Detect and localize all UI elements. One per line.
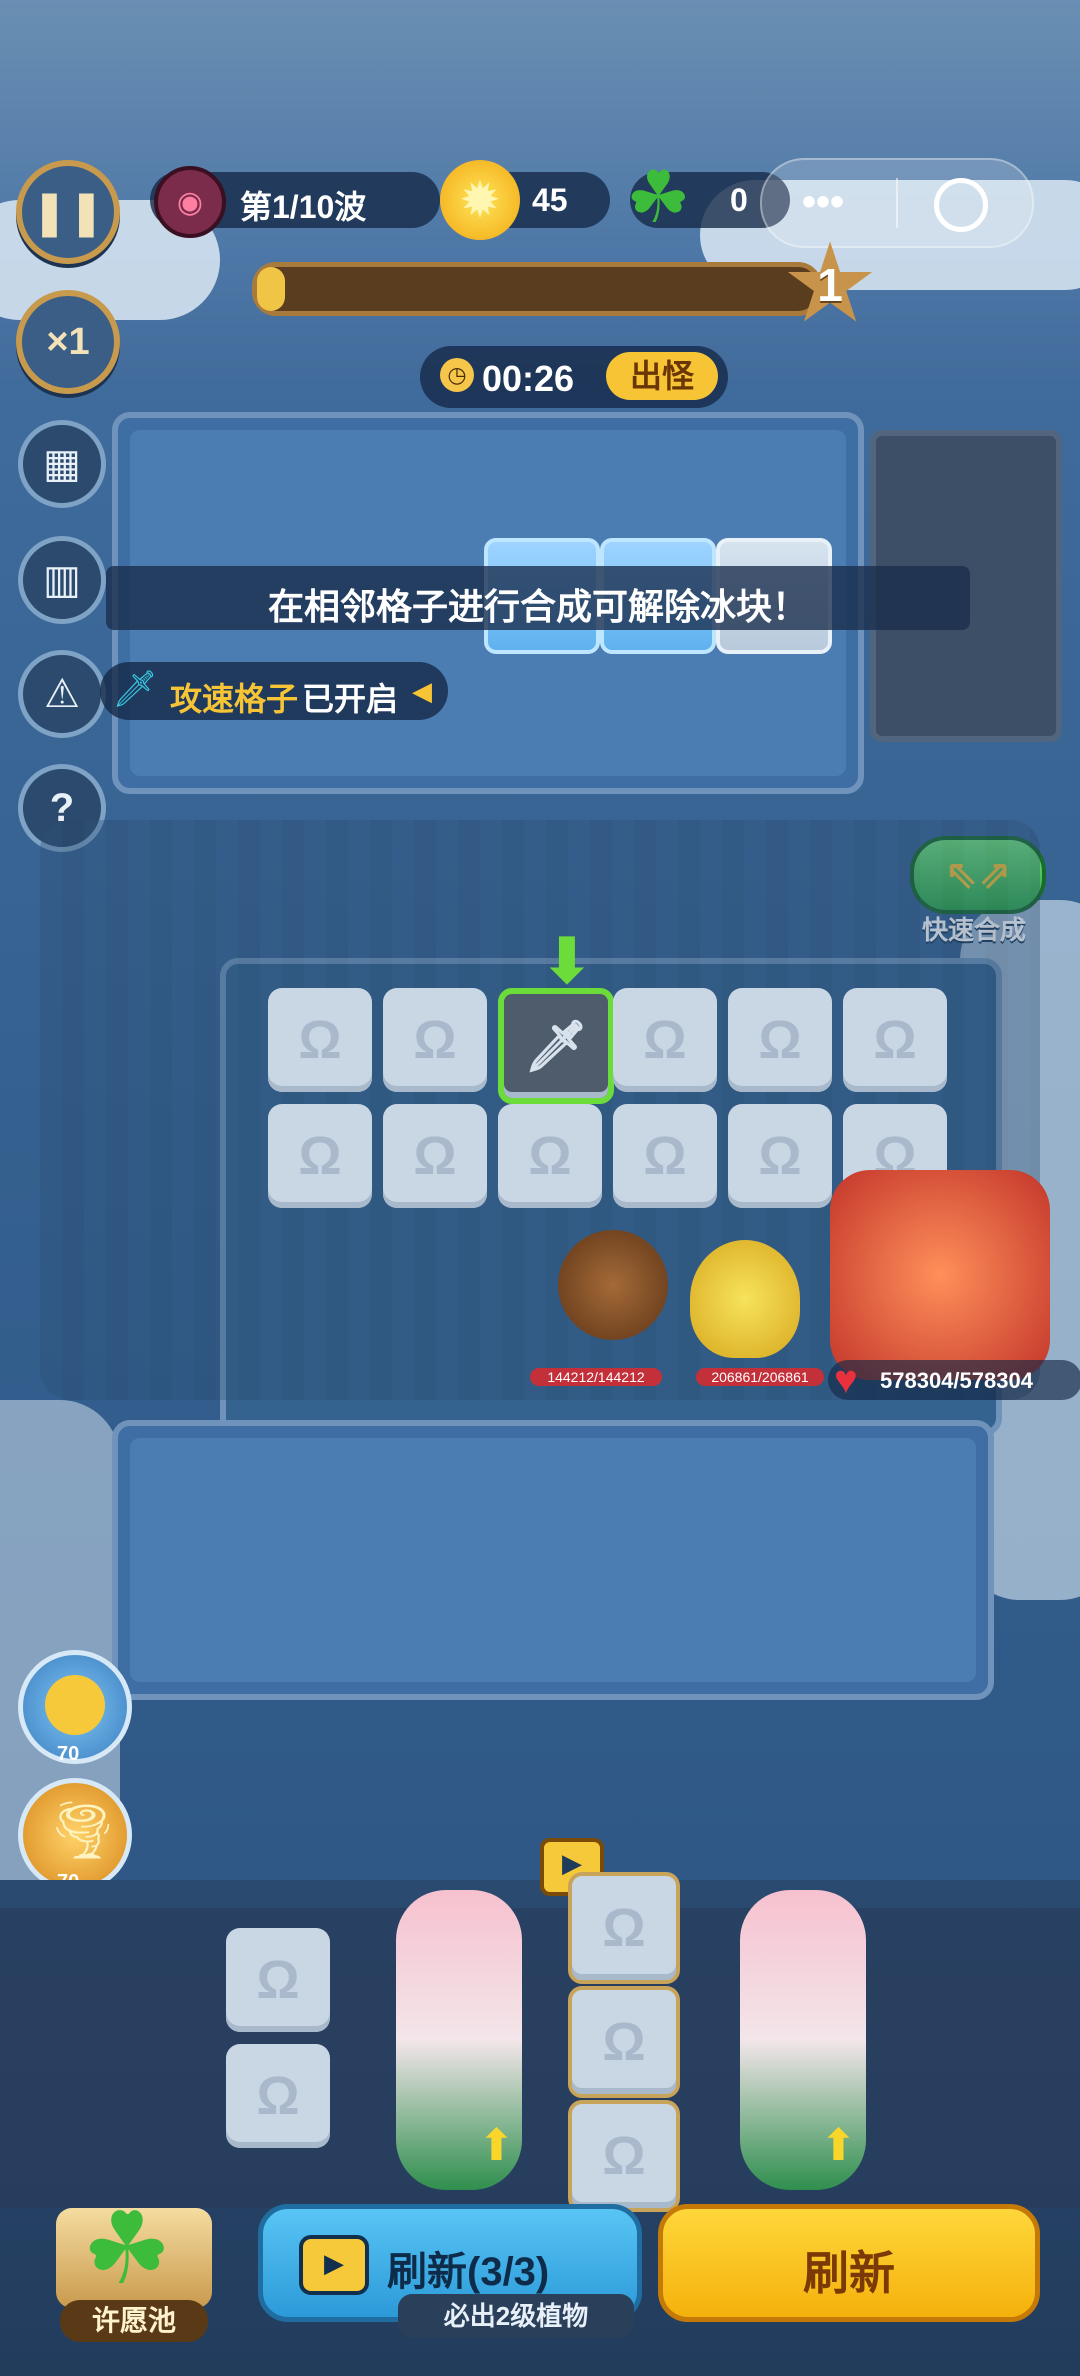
duck-skill-button[interactable]: 70	[18, 1650, 132, 1765]
status-suffix: 已开启	[302, 681, 399, 717]
shop-locked-slot[interactable]: Ω	[568, 1986, 680, 2098]
shop-empty-slot: Ω	[226, 2044, 330, 2148]
warning-icon: ⚠	[44, 672, 80, 716]
board-cell[interactable]: Ω	[498, 1104, 602, 1208]
lower-field	[112, 1420, 994, 1700]
hero-gunner-unit[interactable]	[830, 1170, 1050, 1380]
nut-plant-unit[interactable]	[558, 1230, 668, 1340]
duck-icon	[45, 1675, 105, 1735]
refresh-button[interactable]: 刷新	[658, 2204, 1040, 2322]
duck-skill-cost: 70	[57, 1743, 80, 1765]
board-cell[interactable]: Ω	[268, 1104, 372, 1208]
tornado-skill-button[interactable]: 🌪 70	[18, 1778, 132, 1893]
demon-eye-icon: ◉	[154, 166, 226, 238]
tornado-icon: 🌪	[47, 1798, 119, 1861]
wave-indicator: ◉ 第1/10波	[150, 166, 440, 238]
board-cell[interactable]: Ω	[728, 988, 832, 1092]
speed-multiplier-icon: ×	[46, 320, 69, 363]
ad-refresh-subtitle: 必出2级植物	[398, 2294, 634, 2338]
tv-icon: ▶	[299, 2235, 369, 2295]
banana-duck-unit[interactable]	[690, 1240, 800, 1358]
pause-button[interactable]: ❚❚	[16, 160, 120, 264]
clover-count: 0	[730, 182, 748, 218]
board-cell[interactable]: Ω	[383, 1104, 487, 1208]
speed-button[interactable]: × 1	[16, 290, 120, 394]
shop-shelf	[0, 1908, 1080, 2208]
timer-pill: ◷ 00:26 出怪	[420, 346, 728, 408]
warning-button[interactable]: ⚠	[18, 650, 106, 738]
status-banner: 🗡 攻速格子 已开启 ◀	[100, 662, 448, 720]
hint-text: 在相邻格子进行合成可解除冰块！	[267, 586, 808, 627]
board-cell[interactable]: Ω	[613, 988, 717, 1092]
heart-icon: ♥	[834, 1358, 858, 1402]
board-cell[interactable]: Ω	[268, 988, 372, 1092]
lower-field-inner	[130, 1438, 976, 1682]
caret-left-icon: ◀	[412, 676, 432, 706]
nut-plant-hp: 144212/144212	[530, 1368, 662, 1386]
wave-label: 第1/10波	[240, 189, 367, 225]
board-cell[interactable]: Ω	[728, 1104, 832, 1208]
hero-hp-text: 578304/578304	[880, 1368, 1033, 1393]
more-menu-icon[interactable]: •••	[802, 180, 844, 225]
upgrade-arrow-icon: ⬆	[820, 2121, 857, 2170]
timer-value: 00:26	[482, 358, 575, 399]
wish-pool-button[interactable]: ☘ 许愿池	[36, 2194, 232, 2350]
upgrade-arrow-icon: ⬆	[478, 2121, 515, 2170]
codex-button[interactable]: ▦	[18, 420, 106, 508]
wave-progress-fill	[257, 267, 285, 311]
hero-hp-bar: ♥ 578304/578304	[828, 1358, 1080, 1402]
sun-counter: ✹ 45	[440, 160, 610, 240]
attack-speed-cell[interactable]: 🗡	[498, 988, 614, 1104]
hint-banner: 在相邻格子进行合成可解除冰块！	[106, 566, 970, 630]
status-highlight: 攻速格子	[170, 681, 299, 717]
refresh-label: 刷新	[803, 2247, 895, 2299]
wish-pool-label: 许愿池	[60, 2300, 208, 2342]
book-icon: ▦	[43, 442, 81, 486]
sword-icon: 🗡	[524, 1017, 588, 1074]
shop-locked-slot[interactable]: Ω	[568, 1872, 680, 1984]
wave-progress-bar	[252, 262, 822, 316]
sun-icon: ✹	[440, 160, 520, 240]
board-cell[interactable]: Ω	[383, 988, 487, 1092]
progress-star: ★ 1	[778, 229, 882, 339]
clover-icon: ☘	[626, 158, 691, 238]
ad-refresh-label: 刷新(3/3)	[387, 2250, 550, 2294]
close-miniprogram-icon[interactable]	[934, 178, 988, 232]
ranking-button[interactable]: ▥	[18, 536, 106, 624]
sword-icon: 🗡	[112, 668, 158, 709]
shop-empty-slot: Ω	[226, 1928, 330, 2032]
bar-chart-icon: ▥	[43, 558, 81, 602]
board-cell[interactable]: Ω	[613, 1104, 717, 1208]
shop-locked-slot[interactable]: Ω	[568, 2100, 680, 2212]
board-cell[interactable]: Ω	[843, 988, 947, 1092]
sun-count: 45	[532, 182, 568, 218]
pause-icon: ❚❚	[31, 187, 105, 237]
banana-duck-hp: 206861/206861	[696, 1368, 824, 1386]
capsule-divider	[896, 178, 898, 228]
clover-icon: ☘	[82, 2193, 172, 2305]
spawn-monster-button[interactable]: 出怪	[606, 352, 718, 400]
stopwatch-icon: ◷	[440, 358, 474, 392]
